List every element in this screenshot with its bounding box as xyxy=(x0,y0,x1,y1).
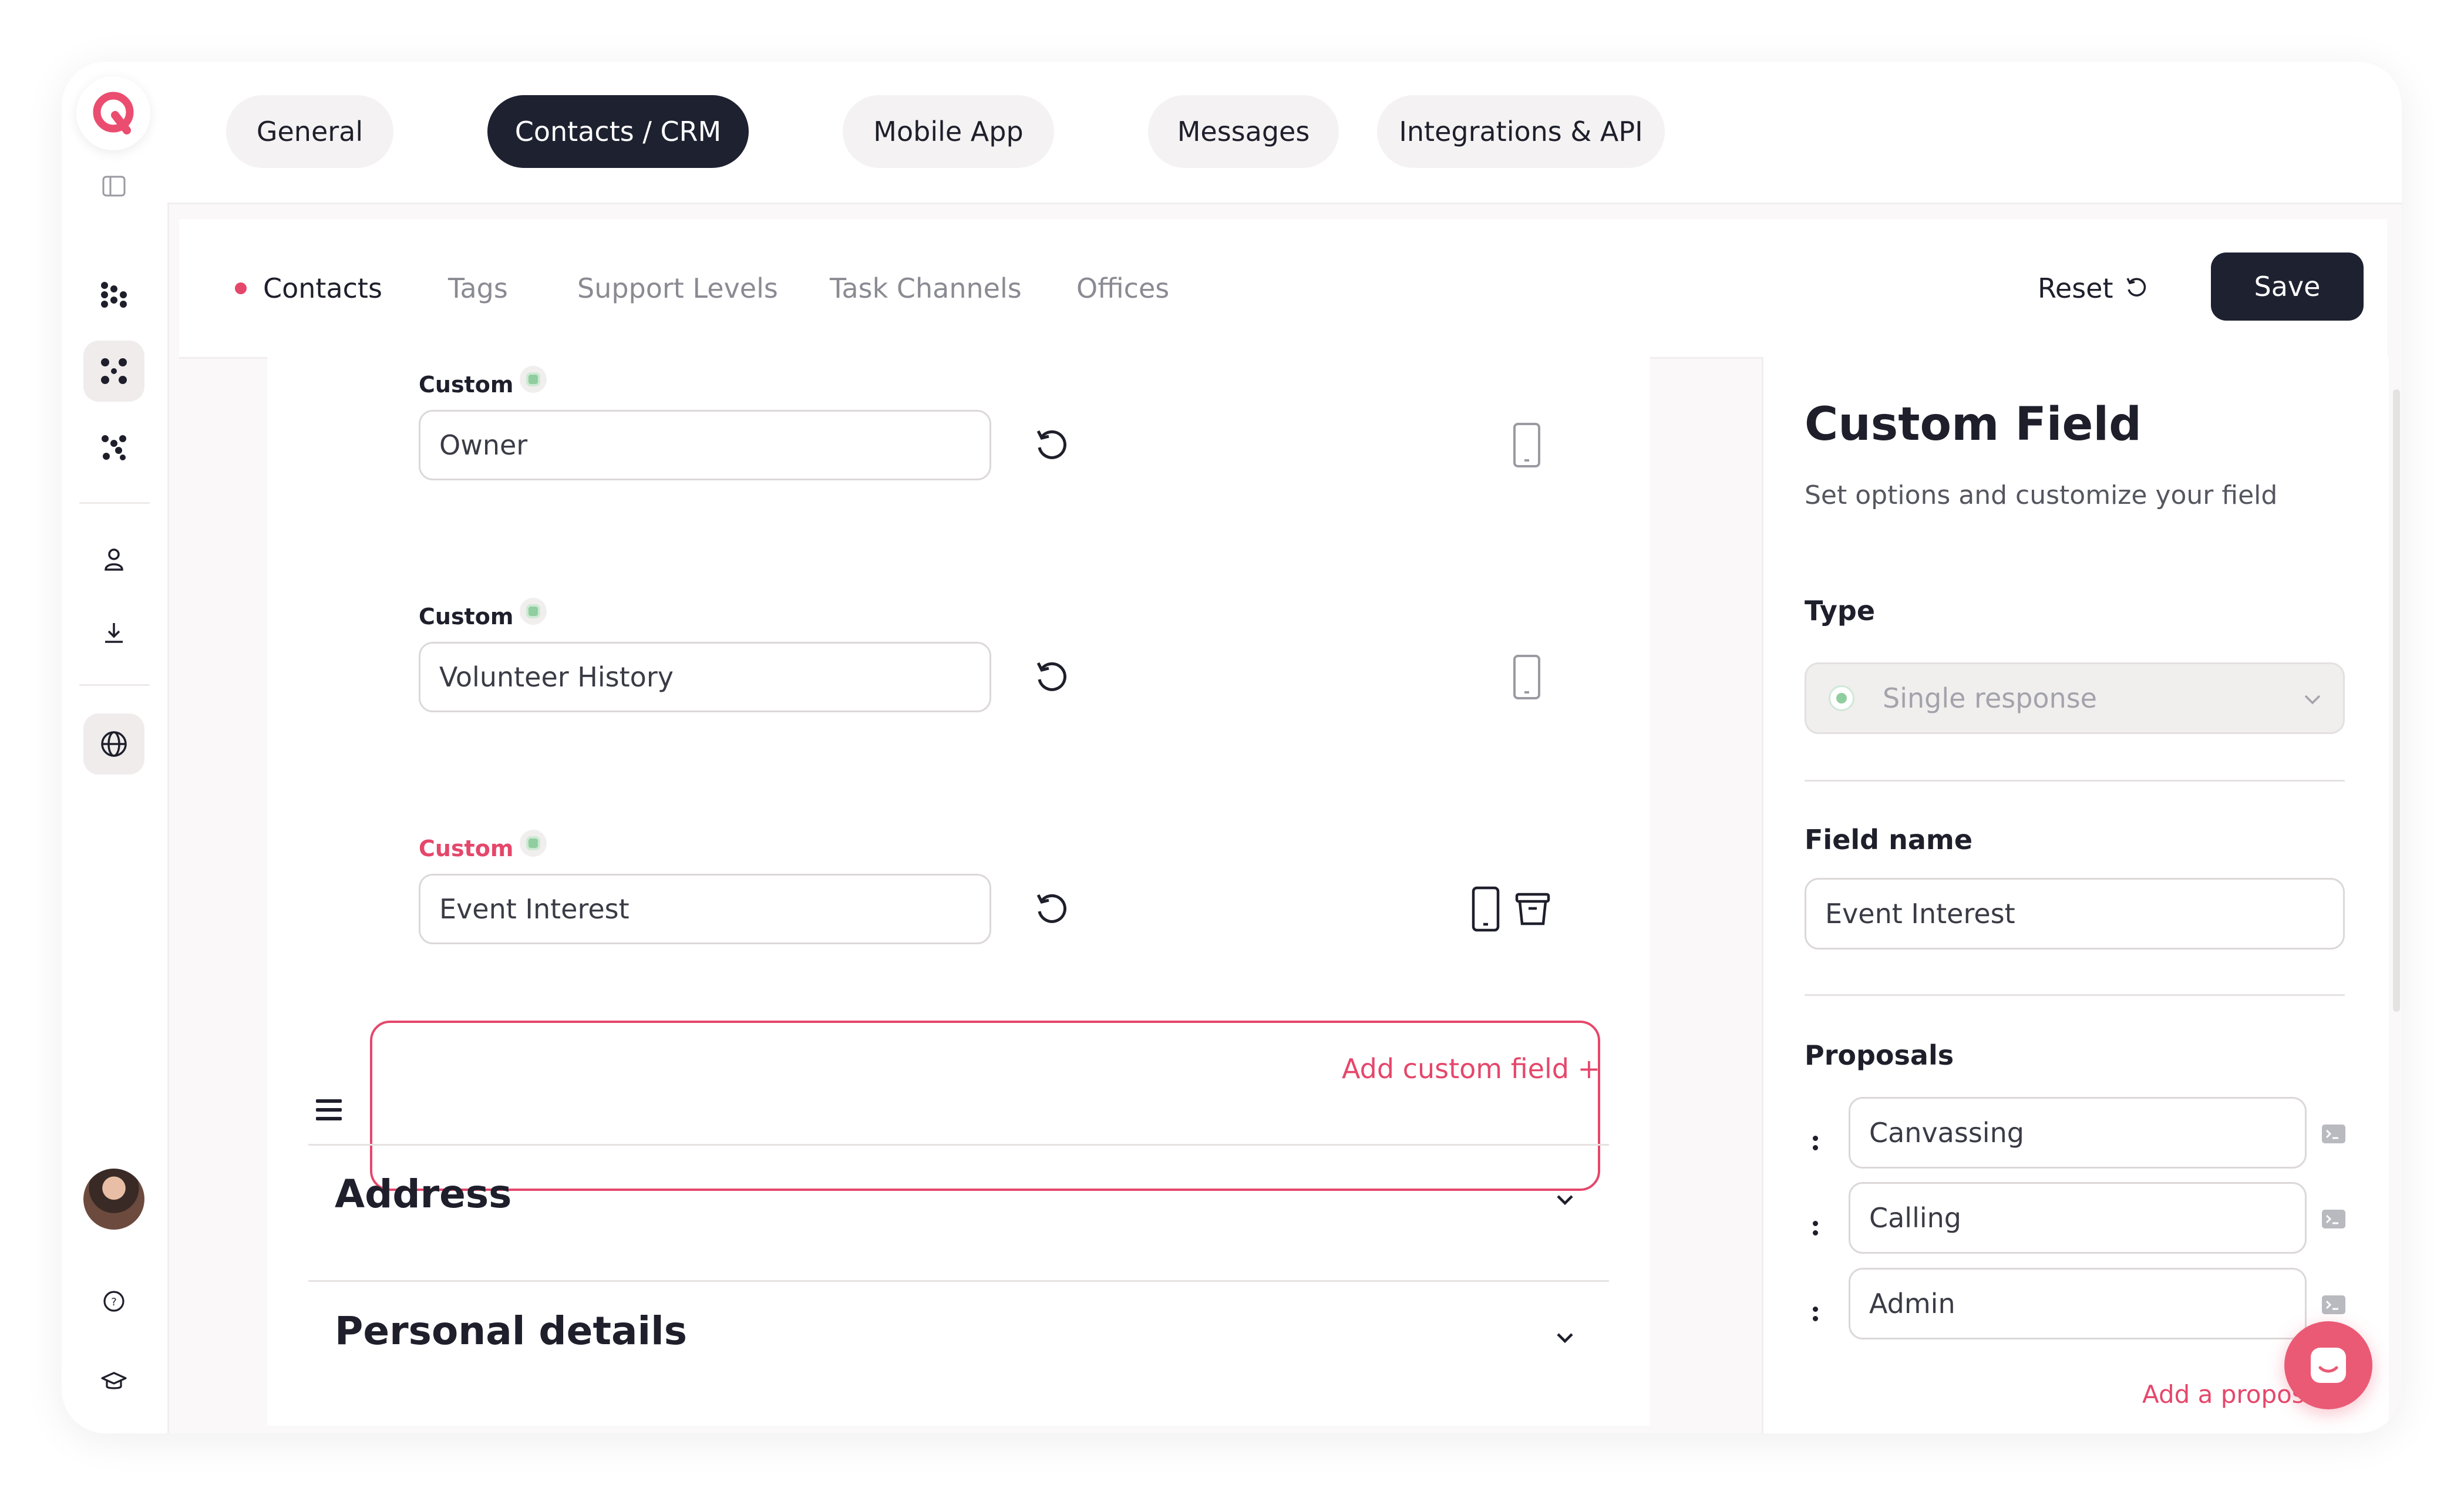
terminal-icon[interactable] xyxy=(2320,1206,2347,1233)
restore-icon[interactable] xyxy=(1031,657,1072,698)
tab-mobile-app[interactable]: Mobile App xyxy=(843,95,1054,168)
sidebar-divider xyxy=(79,502,150,504)
field-name-label: Field name xyxy=(1805,824,1973,856)
fields-panel: Custom Owner Custom Volunteer History Cu… xyxy=(267,357,1650,1426)
mobile-icon[interactable] xyxy=(1506,419,1547,472)
field-name-input[interactable]: Event Interest xyxy=(419,874,991,944)
sidebar: ? xyxy=(62,62,169,1433)
field-tag: Custom xyxy=(419,836,514,861)
avatar[interactable] xyxy=(83,1169,144,1230)
graduation-cap-icon[interactable] xyxy=(83,1351,144,1412)
custom-field-panel: Custom Field Set options and customize y… xyxy=(1762,357,2389,1433)
status-indicator xyxy=(520,598,547,625)
help-icon[interactable]: ? xyxy=(83,1271,144,1332)
chevron-down-icon xyxy=(2304,695,2321,705)
restore-icon[interactable] xyxy=(1031,425,1072,466)
user-icon[interactable] xyxy=(83,528,144,590)
section-divider xyxy=(308,1144,1609,1146)
restore-icon[interactable] xyxy=(1031,888,1072,930)
subtab-offices[interactable]: Offices xyxy=(1076,219,1169,357)
subtab-tags[interactable]: Tags xyxy=(448,219,508,357)
proposal-input[interactable]: Admin xyxy=(1849,1268,2307,1339)
field-tag: Custom xyxy=(419,604,514,630)
tab-contacts-crm[interactable]: Contacts / CRM xyxy=(487,95,749,168)
trash-icon[interactable] xyxy=(1512,886,1553,933)
panel-subtitle: Set options and customize your field xyxy=(1805,480,2278,510)
save-button[interactable]: Save xyxy=(2211,253,2364,321)
section-address-title[interactable]: Address xyxy=(335,1172,511,1217)
section-divider xyxy=(308,1280,1609,1282)
mobile-icon[interactable] xyxy=(1506,651,1547,703)
field-name-input[interactable]: Event Interest xyxy=(1805,878,2345,950)
network-icon[interactable] xyxy=(83,341,144,402)
subtab-task-channels[interactable]: Task Channels xyxy=(830,219,1022,357)
sidebar-divider xyxy=(79,684,150,686)
drag-handle-icon[interactable] xyxy=(311,1092,346,1127)
download-icon[interactable] xyxy=(83,602,144,663)
panel-divider xyxy=(1805,780,2345,782)
proposal-input[interactable]: Canvassing xyxy=(1849,1097,2307,1169)
sub-tab-bar: Contacts Tags Support Levels Task Channe… xyxy=(179,219,2387,359)
dashboard-icon[interactable] xyxy=(83,264,144,325)
radio-icon xyxy=(1829,685,1854,711)
terminal-icon[interactable] xyxy=(2320,1120,2347,1147)
type-label: Type xyxy=(1805,595,1876,627)
selected-field-card[interactable] xyxy=(370,1021,1600,1191)
subtab-label: Contacts xyxy=(263,272,382,304)
status-indicator xyxy=(520,830,547,857)
chevron-down-icon[interactable] xyxy=(1547,1320,1583,1355)
status-indicator xyxy=(520,366,547,393)
scrollbar[interactable] xyxy=(2393,389,2400,1012)
mobile-icon[interactable] xyxy=(1465,883,1506,935)
reset-label: Reset xyxy=(2038,272,2113,304)
proposals-label: Proposals xyxy=(1805,1039,1954,1071)
chat-icon xyxy=(2311,1348,2346,1383)
chat-button[interactable] xyxy=(2284,1321,2372,1409)
panel-title: Custom Field xyxy=(1805,398,2142,451)
globe-icon[interactable] xyxy=(83,713,144,775)
logo-icon xyxy=(93,92,134,134)
app-logo[interactable] xyxy=(76,76,150,150)
field-name-input[interactable]: Volunteer History xyxy=(419,642,991,712)
settings-top-nav: General Contacts / CRM Mobile App Messag… xyxy=(167,62,2402,204)
content-area: Contacts Tags Support Levels Task Channe… xyxy=(179,219,2402,1433)
drag-handle-icon[interactable] xyxy=(1810,1131,1820,1154)
tab-messages[interactable]: Messages xyxy=(1148,95,1339,168)
type-select-value: Single response xyxy=(1883,682,2097,714)
chevron-down-icon[interactable] xyxy=(1547,1182,1583,1217)
tab-general[interactable]: General xyxy=(226,95,393,168)
drag-handle-icon[interactable] xyxy=(1810,1302,1820,1325)
proposal-input[interactable]: Calling xyxy=(1849,1182,2307,1254)
sidebar-toggle-icon[interactable] xyxy=(83,156,144,217)
app-window: ? General Contacts / CRM Mobile App Mess… xyxy=(62,62,2402,1433)
tab-integrations-api[interactable]: Integrations & API xyxy=(1377,95,1665,168)
svg-text:?: ? xyxy=(111,1296,117,1308)
active-dot xyxy=(235,282,247,294)
add-custom-field-button[interactable]: Add custom field + xyxy=(1342,1053,1600,1085)
terminal-icon[interactable] xyxy=(2320,1291,2347,1318)
drag-handle-icon[interactable] xyxy=(1810,1216,1820,1240)
section-personal-details-title[interactable]: Personal details xyxy=(335,1308,687,1354)
subtab-contacts[interactable]: Contacts xyxy=(235,219,382,357)
reset-button[interactable]: Reset xyxy=(2038,219,2150,357)
panel-divider xyxy=(1805,994,2345,996)
field-tag: Custom xyxy=(419,372,514,398)
subtab-support-levels[interactable]: Support Levels xyxy=(577,219,778,357)
reset-icon xyxy=(2126,277,2146,297)
tools-icon[interactable] xyxy=(83,417,144,478)
type-select[interactable]: Single response xyxy=(1805,662,2345,734)
field-name-input[interactable]: Owner xyxy=(419,410,991,480)
